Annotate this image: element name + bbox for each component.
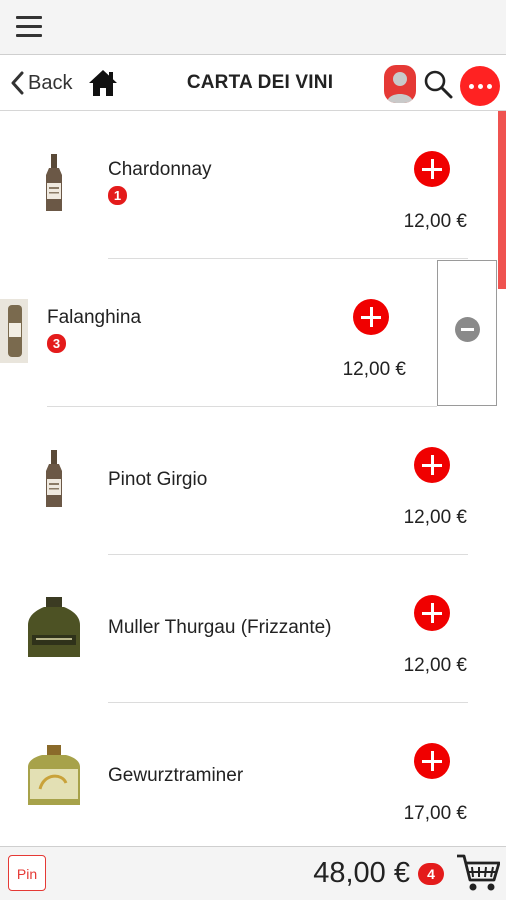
add-button[interactable]: [414, 151, 450, 187]
cart-footer: Pin 48,00 € 4: [0, 846, 506, 900]
navigation-bar: Back CARTA DEI VINI: [0, 56, 506, 111]
remove-button[interactable]: [437, 260, 497, 406]
minus-icon: [455, 317, 480, 342]
wine-bottle-image: [46, 450, 62, 507]
user-icon: [387, 72, 413, 103]
search-icon[interactable]: [423, 69, 453, 99]
add-button[interactable]: [414, 595, 450, 631]
wine-name: Falanghina: [47, 307, 142, 328]
back-button[interactable]: Back: [10, 70, 72, 96]
wine-price: 12,00 €: [342, 359, 406, 380]
add-button[interactable]: [414, 447, 450, 483]
add-button[interactable]: [353, 299, 389, 335]
wine-list[interactable]: Chardonnay 1 12,00 € Falanghina 3 12,00 …: [0, 111, 506, 846]
cart-count-badge: 4: [418, 863, 444, 885]
back-label: Back: [28, 71, 73, 94]
wine-name: Pinot Girgio: [108, 469, 208, 490]
list-item[interactable]: Chardonnay 1 12,00 €: [0, 111, 506, 259]
quantity-badge: 1: [108, 186, 127, 205]
dot-icon: [468, 83, 474, 89]
wine-bottle-image: [46, 154, 62, 211]
dot-icon: [486, 83, 492, 89]
home-icon[interactable]: [88, 68, 118, 98]
add-button[interactable]: [414, 743, 450, 779]
user-profile-button[interactable]: [384, 65, 416, 103]
wine-name: Chardonnay: [108, 159, 212, 180]
wine-bottle-image: [28, 745, 80, 805]
scroll-indicator[interactable]: [498, 111, 506, 289]
wine-price: 12,00 €: [403, 655, 467, 676]
wine-bottle-image: [28, 597, 80, 657]
list-item[interactable]: Gewurztraminer 17,00 €: [0, 703, 506, 846]
wine-bottle-image: [0, 299, 28, 363]
page-title: CARTA DEI VINI: [186, 72, 334, 93]
wine-price: 17,00 €: [403, 803, 467, 824]
list-item[interactable]: Falanghina 3 12,00 €: [0, 259, 506, 407]
status-toolbar: [0, 0, 506, 55]
list-item[interactable]: Muller Thurgau (Frizzante) 12,00 €: [0, 555, 506, 703]
cart-total: 48,00 €: [313, 857, 410, 889]
more-options-button[interactable]: [460, 66, 500, 106]
list-item[interactable]: Pinot Girgio 12,00 €: [0, 407, 506, 555]
wine-price: 12,00 €: [403, 211, 467, 232]
wine-name: Gewurztraminer: [108, 765, 244, 786]
pin-button[interactable]: Pin: [8, 855, 46, 891]
wine-name: Muller Thurgau (Frizzante): [108, 617, 332, 638]
dot-icon: [477, 83, 483, 89]
shopping-cart-icon[interactable]: [456, 853, 500, 893]
quantity-badge: 3: [47, 334, 66, 353]
hamburger-menu-icon[interactable]: [16, 16, 42, 38]
wine-price: 12,00 €: [403, 507, 467, 528]
chevron-left-icon: [11, 71, 24, 95]
